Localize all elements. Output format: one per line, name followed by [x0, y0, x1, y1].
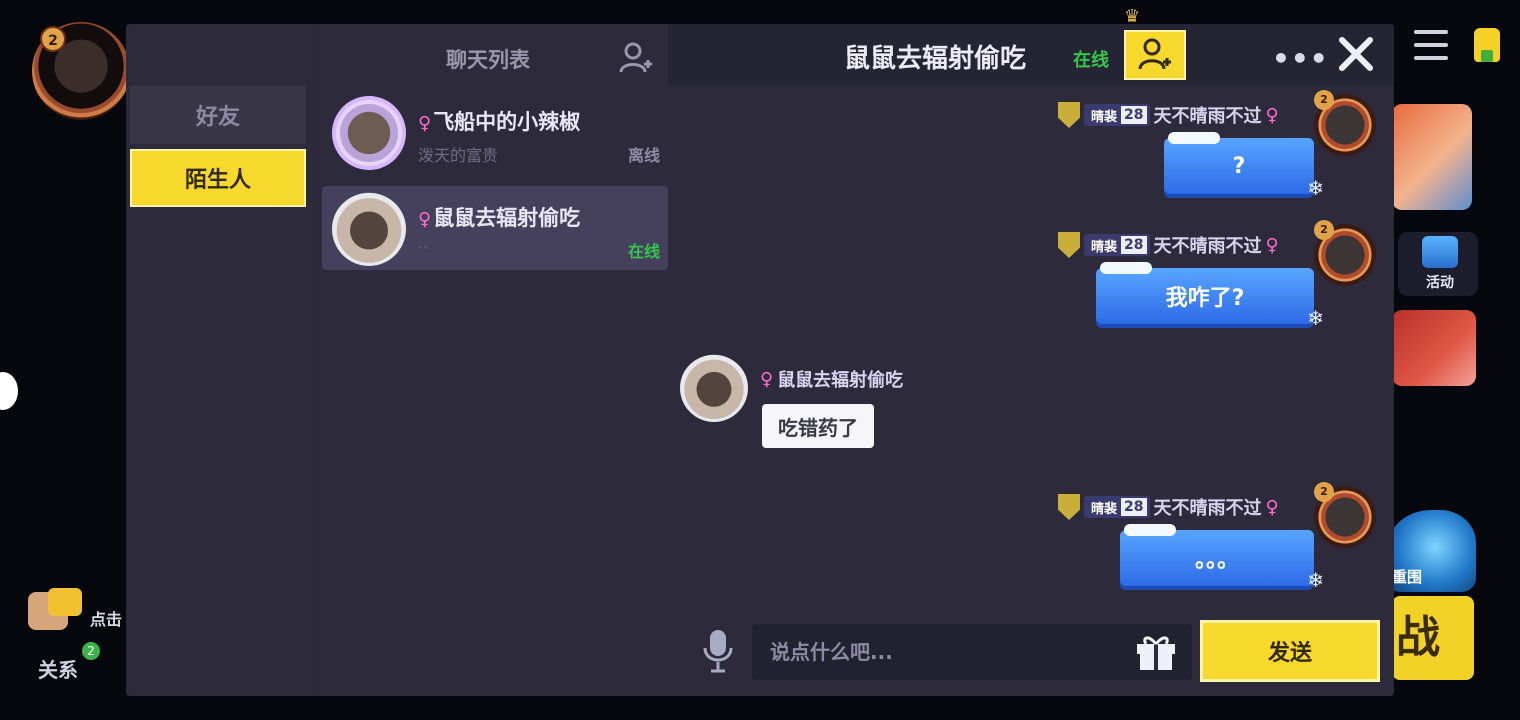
chat-list-title: 聊天列表	[446, 48, 530, 72]
message-bubble[interactable]: 吃错药了	[762, 404, 874, 448]
avatar	[332, 192, 406, 266]
chat-partner-status: 在线	[1073, 50, 1109, 71]
rank-shield-icon	[1058, 102, 1080, 128]
tap-hint: 点击	[90, 610, 123, 629]
top-right-icons	[1414, 28, 1500, 62]
chat-conversation: 鼠鼠去辐射偷吃 在线 ••• 晴裴 28 天不晴雨不过 ♀ 2 ? ❄ 晴裴 2…	[668, 24, 1394, 696]
list-item[interactable]: ♀鼠鼠去辐射偷吃 ·· 在线	[322, 186, 668, 270]
title-level: 28	[1121, 106, 1147, 124]
message-meta: 晴裴 28 天不晴雨不过 ♀	[1058, 232, 1279, 258]
message-meta: ♀ 鼠鼠去辐射偷吃	[760, 366, 903, 392]
microphone-icon[interactable]	[702, 628, 734, 674]
message-text: ?	[1232, 153, 1246, 179]
female-icon: ♀	[418, 113, 432, 134]
title-level: 28	[1121, 498, 1147, 516]
add-friend-button[interactable]	[1124, 30, 1186, 80]
start-battle-button[interactable]: 战	[1392, 596, 1474, 680]
gift-icon[interactable]	[1134, 632, 1178, 672]
contact-name-text: 飞船中的小辣椒	[433, 110, 581, 134]
friend-category-nav: 好友 陌生人	[126, 24, 314, 696]
snowflake-icon: ❄	[1307, 568, 1324, 592]
title-text: 晴裴	[1091, 109, 1118, 125]
message-bubble[interactable]: 我咋了? ❄	[1096, 262, 1324, 330]
contact-name-text: 鼠鼠去辐射偷吃	[433, 206, 581, 230]
chat-list-panel: 聊天列表 ♀飞船中的小辣椒 泼天的富贵 离线 ♀鼠鼠去辐射偷吃 ·· 在线	[316, 24, 668, 696]
message-input[interactable]	[752, 624, 1192, 680]
side-handle[interactable]	[0, 372, 18, 410]
status-badge: 在线	[627, 242, 660, 261]
activity-icon	[1422, 236, 1458, 268]
sender-name: 天不晴雨不过	[1153, 498, 1262, 519]
avatar-level-badge: 2	[1314, 220, 1334, 240]
sender-avatar[interactable]: 2	[1314, 90, 1376, 156]
female-icon: ♀	[760, 368, 774, 390]
more-options-button[interactable]: •••	[1272, 42, 1329, 75]
message-text: 我咋了?	[1165, 286, 1245, 311]
contact-signature: 泼天的富贵	[418, 146, 499, 165]
female-icon: ♀	[1265, 104, 1279, 126]
tab-strangers[interactable]: 陌生人	[130, 149, 306, 207]
message-bubble[interactable]: ? ❄	[1164, 132, 1324, 200]
add-friend-icon[interactable]	[618, 40, 654, 76]
avatar-level-badge: 2	[1314, 482, 1334, 502]
chat-header: 鼠鼠去辐射偷吃 在线 •••	[668, 24, 1394, 86]
network-status-icon[interactable]	[1474, 28, 1500, 62]
add-user-icon	[1138, 38, 1171, 70]
message-text: 。。。	[1194, 548, 1239, 573]
contact-name: ♀鼠鼠去辐射偷吃	[418, 202, 580, 232]
avatar	[332, 96, 406, 170]
player-level-badge: 2	[40, 26, 66, 52]
chat-pet-icon	[48, 588, 82, 616]
game-mode-card[interactable]: 重围	[1386, 510, 1476, 592]
chat-partner-name: 鼠鼠去辐射偷吃	[844, 44, 1027, 74]
contact-signature: ··	[418, 238, 429, 257]
message-bubble[interactable]: 。。。 ❄	[1120, 524, 1324, 592]
relations-button[interactable]: 关系	[38, 654, 78, 683]
partner-avatar[interactable]	[680, 354, 748, 422]
rank-shield-icon	[1058, 232, 1080, 258]
title-badge: 晴裴 28	[1084, 234, 1150, 256]
sender-name: 鼠鼠去辐射偷吃	[777, 370, 904, 391]
message-meta: 晴裴 28 天不晴雨不过 ♀	[1058, 494, 1279, 520]
sender-name: 天不晴雨不过	[1153, 106, 1262, 127]
female-icon: ♀	[418, 209, 432, 230]
crown-icon: ♛	[1124, 6, 1141, 27]
send-button[interactable]: 发送	[1200, 620, 1380, 682]
game-screen: 2 ♛ 活动 重围 战 点击 关系 2 好友 陌生人 聊天列表 ♀飞船中的小辣椒…	[0, 0, 1520, 720]
title-badge: 晴裴 28	[1084, 104, 1150, 126]
message-text: 吃错药了	[778, 415, 858, 440]
contact-name: ♀飞船中的小辣椒	[418, 106, 580, 136]
sender-name: 天不晴雨不过	[1153, 236, 1262, 257]
title-text: 晴裴	[1091, 501, 1118, 517]
close-icon[interactable]	[1336, 34, 1376, 74]
relations-badge: 2	[82, 642, 100, 660]
snowflake-icon: ❄	[1307, 306, 1324, 330]
chat-list-header: 聊天列表	[316, 24, 668, 86]
activity-label: 活动	[1426, 275, 1454, 291]
avatar-level-badge: 2	[1314, 90, 1334, 110]
female-icon: ♀	[1265, 496, 1279, 518]
message-meta: 晴裴 28 天不晴雨不过 ♀	[1058, 102, 1279, 128]
promo-card[interactable]	[1392, 310, 1476, 386]
rank-shield-icon	[1058, 494, 1080, 520]
event-banner-card[interactable]	[1392, 104, 1472, 210]
tab-friends[interactable]: 好友	[130, 86, 306, 144]
sender-avatar[interactable]: 2	[1314, 482, 1376, 548]
title-text: 晴裴	[1091, 239, 1118, 255]
sender-avatar[interactable]: 2	[1314, 220, 1376, 286]
menu-list-icon[interactable]	[1414, 30, 1448, 60]
activity-button[interactable]: 活动	[1398, 232, 1478, 296]
title-level: 28	[1121, 236, 1147, 254]
snowflake-icon: ❄	[1307, 176, 1324, 200]
female-icon: ♀	[1265, 234, 1279, 256]
status-badge: 离线	[627, 146, 660, 165]
list-item[interactable]: ♀飞船中的小辣椒 泼天的富贵 离线	[322, 90, 668, 174]
game-mode-label: 重围	[1392, 568, 1423, 586]
title-badge: 晴裴 28	[1084, 496, 1150, 518]
player-avatar[interactable]: 2	[32, 22, 130, 120]
chat-modal: 好友 陌生人 聊天列表 ♀飞船中的小辣椒 泼天的富贵 离线 ♀鼠鼠去辐射偷吃 ·…	[126, 24, 1394, 696]
